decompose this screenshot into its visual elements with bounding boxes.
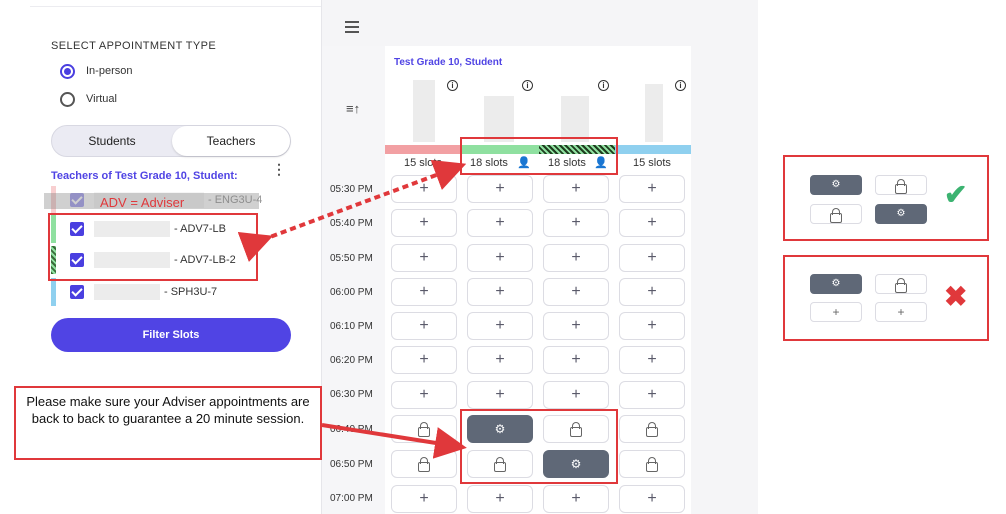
example-lock-cell <box>875 274 927 294</box>
example-lock-cell <box>875 175 927 195</box>
callout-arrow <box>321 423 467 459</box>
example-gear-cell: ⚙ <box>810 274 862 294</box>
example-gear-cell: ⚙ <box>810 175 862 195</box>
dashed-arrow <box>237 159 467 262</box>
x-mark-icon: ✖ <box>944 281 968 312</box>
example-lock-cell <box>810 204 862 224</box>
example-gear-cell: ⚙ <box>875 204 927 224</box>
example-plus-cell: + <box>875 302 927 322</box>
checkmark-icon: ✔ <box>944 179 968 210</box>
example-plus-cell: + <box>810 302 862 322</box>
